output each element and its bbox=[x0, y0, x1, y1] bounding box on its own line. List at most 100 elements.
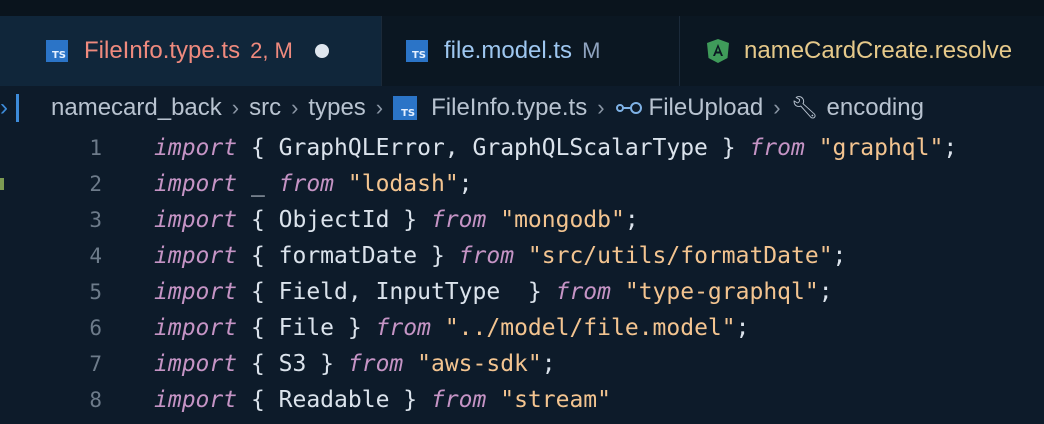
keyword-token: from bbox=[430, 207, 487, 233]
string-token: "lodash" bbox=[347, 171, 459, 197]
string-token: "aws-sdk" bbox=[417, 351, 542, 377]
unsaved-dot-icon[interactable] bbox=[314, 44, 329, 58]
keyword-token: import bbox=[154, 171, 238, 197]
plain-token: _ bbox=[237, 171, 279, 197]
keyword-token: import bbox=[154, 387, 238, 413]
code-line[interactable]: 7 import { S3 } from "aws-sdk"; bbox=[0, 346, 1044, 382]
line-number: 7 bbox=[89, 352, 102, 376]
keyword-token: from bbox=[458, 243, 515, 269]
string-token: "stream" bbox=[500, 387, 611, 413]
code-line[interactable]: 4 import { formatDate } from "src/utils/f… bbox=[0, 238, 1044, 274]
plain-token: { File } bbox=[237, 315, 376, 341]
breadcrumb-item-src[interactable]: src bbox=[249, 94, 281, 122]
tab-status: 2, M bbox=[250, 38, 293, 63]
keyword-token: from bbox=[430, 387, 487, 413]
keyword-token: import bbox=[154, 243, 238, 269]
chevron-right-icon: › bbox=[291, 95, 299, 120]
breadcrumb-item-encoding[interactable]: 🔧︎ encoding bbox=[791, 94, 924, 122]
string-token: "type-graphql" bbox=[624, 279, 819, 305]
keyword-token: import bbox=[154, 279, 238, 305]
chevron-right-icon: › bbox=[597, 95, 605, 120]
tab-namecardcreate-resolver[interactable]: nameCardCreate.resolve bbox=[680, 16, 1044, 86]
keyword-token: from bbox=[749, 135, 805, 161]
plain-token: { ObjectId } bbox=[237, 207, 431, 233]
code-line[interactable]: 2 import _ from "lodash"; bbox=[0, 166, 1044, 202]
string-token: "src/utils/formatDate" bbox=[527, 243, 833, 269]
keyword-token: import bbox=[154, 315, 238, 341]
plain-token: ; bbox=[735, 315, 750, 341]
keyword-token: from bbox=[278, 171, 335, 197]
plain-token: { Readable } bbox=[237, 387, 431, 413]
title-strip bbox=[0, 0, 1044, 16]
line-content: import { formatDate } from "src/utils/fo… bbox=[154, 243, 846, 269]
tab-status: M bbox=[582, 38, 601, 63]
line-content: import { S3 } from "aws-sdk"; bbox=[154, 351, 556, 377]
symbol-class-icon bbox=[615, 102, 642, 114]
plain-token: { S3 } bbox=[237, 351, 348, 377]
plain-token: ; bbox=[541, 351, 556, 377]
code-line[interactable]: 6 import { File } from "../model/file.mod… bbox=[0, 310, 1044, 346]
plain-token: ; bbox=[458, 171, 473, 197]
breadcrumb-file-label: FileInfo.type.ts bbox=[431, 94, 588, 121]
line-content: import { GraphQLError, GraphQLScalarType… bbox=[154, 135, 957, 161]
chevron-right-icon: › bbox=[231, 95, 240, 120]
line-number: 8 bbox=[89, 388, 102, 412]
line-content: import _ from "lodash"; bbox=[154, 171, 473, 197]
keyword-token: from bbox=[375, 315, 431, 341]
string-token: "mongodb" bbox=[500, 207, 625, 233]
code-line[interactable]: 8 import { Readable } from "stream" bbox=[0, 382, 1044, 418]
line-number: 3 bbox=[89, 208, 102, 232]
breadcrumb-item-fileupload[interactable]: FileUpload bbox=[615, 94, 764, 122]
breadcrumb-focus-bar bbox=[16, 94, 19, 122]
line-number: 5 bbox=[89, 280, 102, 304]
line-content: import { ObjectId } from "mongodb"; bbox=[154, 207, 639, 233]
chevron-right-icon: › bbox=[773, 95, 781, 120]
line-content: import { Field, InputType } from "type-g… bbox=[154, 279, 833, 305]
keyword-token: import bbox=[154, 135, 238, 161]
tab-fileinfo-type[interactable]: TS FileInfo.type.ts 2, M bbox=[0, 16, 382, 86]
wrench-icon: 🔧︎ bbox=[790, 95, 819, 120]
line-number: 4 bbox=[89, 244, 102, 268]
code-line[interactable]: 5 import { Field, InputType } from "type-… bbox=[0, 274, 1044, 310]
keyword-token: import bbox=[154, 351, 238, 377]
string-token: "../model/file.model" bbox=[444, 315, 736, 341]
breadcrumb-fileupload-label: FileUpload bbox=[648, 94, 764, 121]
plain-token: { GraphQLError, GraphQLScalarType } bbox=[237, 135, 750, 161]
breadcrumb-item-namecard-back[interactable]: namecard_back bbox=[51, 94, 222, 122]
line-number: 6 bbox=[89, 316, 102, 340]
code-line[interactable]: 1 import { GraphQLError, GraphQLScalarTyp… bbox=[0, 130, 1044, 166]
plain-token: ; bbox=[624, 207, 639, 233]
breadcrumb: › namecard_back › src › types › TS FileI… bbox=[0, 86, 1044, 130]
keyword-token: from bbox=[555, 279, 611, 305]
code-editor[interactable]: 1 import { GraphQLError, GraphQLScalarTyp… bbox=[0, 130, 1044, 424]
code-line[interactable]: 3 import { ObjectId } from "mongodb"; bbox=[0, 202, 1044, 238]
plain-token: { Field, InputType } bbox=[237, 279, 556, 305]
tab-label: nameCardCreate.resolve bbox=[744, 37, 1013, 64]
breadcrumb-item-types[interactable]: types bbox=[308, 94, 365, 122]
plain-token: { formatDate } bbox=[237, 243, 459, 269]
string-token: "graphql" bbox=[818, 135, 944, 161]
editor-tab-bar: TS FileInfo.type.ts 2, M TS file.model.t… bbox=[0, 0, 1044, 86]
keyword-token: import bbox=[154, 207, 238, 233]
breadcrumb-item-file[interactable]: TS FileInfo.type.ts bbox=[393, 94, 587, 122]
line-content: import { Readable } from "stream" bbox=[154, 387, 611, 413]
typescript-icon: TS bbox=[46, 40, 68, 62]
typescript-icon: TS bbox=[393, 96, 418, 120]
tab-label: FileInfo.type.ts bbox=[84, 37, 241, 64]
line-content: import { File } from "../model/file.mode… bbox=[154, 315, 749, 341]
keyword-token: from bbox=[347, 351, 404, 377]
chevron-right-icon: › bbox=[375, 95, 384, 120]
tab-file-model[interactable]: TS file.model.ts M bbox=[382, 16, 680, 86]
tab-label: file.model.ts bbox=[444, 37, 573, 64]
breadcrumb-encoding-label: encoding bbox=[826, 94, 924, 121]
typescript-icon: TS bbox=[406, 40, 428, 62]
chevron-right-icon: › bbox=[0, 94, 8, 121]
